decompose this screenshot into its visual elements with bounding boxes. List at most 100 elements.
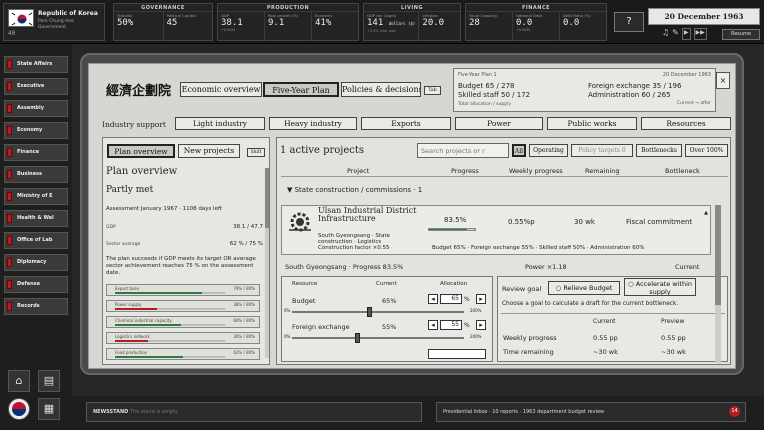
date-display[interactable]: 20 December 1963 bbox=[648, 8, 760, 25]
inflation-value: 20.0 bbox=[422, 18, 445, 28]
budget-slider-handle[interactable] bbox=[367, 307, 373, 317]
sector-bar-label: Food production bbox=[115, 350, 148, 355]
sidebar-item-state-affairs[interactable]: State Affairs bbox=[4, 56, 68, 73]
governance-panel[interactable]: GOVERNANCE Stability 50% Political Capita… bbox=[113, 3, 213, 41]
resume-button[interactable]: Resume bbox=[722, 29, 760, 40]
fx-decrease-button[interactable]: ◂ bbox=[428, 320, 438, 330]
support-resources[interactable]: Resources bbox=[641, 117, 731, 130]
review-goal-label: Review goal bbox=[502, 285, 542, 293]
fx-increase-button[interactable]: ▸ bbox=[476, 320, 486, 330]
table-row[interactable]: Ulsan Industrial District Infrastructure… bbox=[281, 205, 711, 255]
res-col-allocation: Allocation bbox=[440, 281, 468, 287]
sector-bar-value: 60% / 80% bbox=[233, 318, 255, 323]
sidebar-item-assembly[interactable]: Assembly bbox=[4, 100, 68, 117]
cmp-col-current: Current bbox=[593, 318, 616, 325]
gdp-per-capita-sub: +3.9% year avg. bbox=[367, 29, 397, 33]
sidebar-item-executive[interactable]: Executive bbox=[4, 78, 68, 95]
project-region: South Gyeongsang · State construction · … bbox=[318, 233, 390, 245]
budget-increase-button[interactable]: ▸ bbox=[476, 294, 486, 304]
tab-five-year-plan[interactable]: Five-Year Plan bbox=[263, 82, 339, 97]
help-button[interactable]: ? bbox=[614, 12, 644, 32]
cmp-time-preview: ~30 wk bbox=[661, 348, 686, 356]
sidebar-item-economy[interactable]: Economy bbox=[4, 122, 68, 139]
filter-all[interactable]: All bbox=[512, 144, 526, 157]
production-panel[interactable]: PRODUCTION GDP 38.1 +$1B/M Real growth (%)… bbox=[217, 3, 359, 41]
search-input[interactable] bbox=[417, 143, 509, 158]
seal-icon[interactable] bbox=[8, 398, 30, 420]
country-panel[interactable]: 40 Republic of Korea Park Chung-hee Gove… bbox=[3, 3, 105, 41]
notification-badge[interactable]: 14 bbox=[729, 406, 740, 417]
group-header[interactable]: ▼ State construction / commissions · 1 bbox=[287, 186, 422, 194]
sector-bar-label: Chemical industrial capacity bbox=[115, 318, 172, 323]
fx-allocation-input[interactable]: 55 bbox=[440, 320, 462, 330]
support-public-works[interactable]: Public works bbox=[547, 117, 637, 130]
scroll-up-icon[interactable]: ▲ bbox=[704, 210, 708, 216]
music-icon[interactable]: ♫ bbox=[662, 28, 669, 40]
resource-fx-label: Foreign exchange bbox=[292, 323, 350, 331]
close-icon[interactable]: × bbox=[716, 72, 730, 89]
support-heavy-industry[interactable]: Heavy industry bbox=[269, 117, 357, 130]
sector-bar-row: Power supply 38% / 80% bbox=[106, 300, 260, 312]
review-goal-panel: Review goal ○ Relieve Budget ○ Accelerat… bbox=[497, 276, 728, 362]
map-icon[interactable]: ▦ bbox=[38, 398, 60, 420]
tab-new-projects[interactable]: New projects bbox=[178, 144, 240, 158]
col-progress: Progress bbox=[451, 167, 479, 175]
filter-over-100[interactable]: Over 100% bbox=[685, 144, 728, 157]
project-progress: 83.5% bbox=[444, 216, 467, 224]
sidebar-item-health[interactable]: Health & Wel bbox=[4, 210, 68, 227]
sidebar-item-labor[interactable]: Office of Lab bbox=[4, 232, 68, 249]
speed-2-button[interactable]: ▶▶ bbox=[693, 28, 707, 40]
percent-sign: % bbox=[464, 322, 470, 329]
scrollbar[interactable] bbox=[265, 168, 269, 358]
sidebar-item-ministry[interactable]: Ministry of E bbox=[4, 188, 68, 205]
sidebar-item-diplomacy[interactable]: Diplomacy bbox=[4, 254, 68, 271]
sector-average-label: Sector average bbox=[106, 242, 141, 247]
budget-decrease-button[interactable]: ◂ bbox=[428, 294, 438, 304]
radio-icon: ○ bbox=[627, 280, 636, 288]
national-debt-value: 0.0 bbox=[516, 18, 533, 28]
relieve-budget-label: Relieve Budget bbox=[563, 284, 613, 292]
scrollbar[interactable] bbox=[715, 205, 721, 363]
speed-1-button[interactable]: ▶ bbox=[681, 28, 691, 40]
relieve-budget-button[interactable]: ○ Relieve Budget bbox=[548, 281, 620, 295]
edit-icon[interactable]: ✎ bbox=[672, 28, 679, 40]
newsstand-bar[interactable]: NEWSSTAND The stand is empty bbox=[86, 402, 422, 422]
filter-bottlenecks[interactable]: Bottlenecks bbox=[636, 144, 682, 157]
sidebar-item-label: Assembly bbox=[17, 105, 44, 111]
sector-bar-row: Chemical industrial capacity 60% / 80% bbox=[106, 316, 260, 328]
budget-allocation-input[interactable]: 65 bbox=[440, 294, 462, 304]
sector-bar-value: 38% / 80% bbox=[233, 302, 255, 307]
support-power[interactable]: Power bbox=[455, 117, 543, 130]
sector-bar-track bbox=[115, 340, 225, 342]
allocation-table: Resource Current Allocation Budget 65% ◂… bbox=[281, 276, 493, 362]
sidebar-item-records[interactable]: Records bbox=[4, 298, 68, 315]
card-icon[interactable]: ▤ bbox=[38, 370, 60, 392]
sidebar-item-finance[interactable]: Finance bbox=[4, 144, 68, 161]
resource-budget-current: 65% bbox=[382, 297, 397, 305]
tab-economic-overview[interactable]: Economic overview bbox=[180, 82, 262, 97]
sidebar-item-label: Economy bbox=[17, 127, 43, 133]
fx-slider-track[interactable] bbox=[292, 333, 464, 343]
briefing-bar[interactable]: Presidential Inbox · 10 reports · 1963 d… bbox=[436, 402, 746, 422]
filter-operating[interactable]: Operating bbox=[529, 144, 568, 157]
sidebar-item-defense[interactable]: Defense bbox=[4, 276, 68, 293]
sidebar-item-business[interactable]: Business bbox=[4, 166, 68, 183]
tab-plan-overview[interactable]: Plan overview bbox=[107, 144, 175, 158]
next-allocation-row[interactable] bbox=[428, 349, 486, 359]
tab-policies-decisions[interactable]: Policies & decisions bbox=[341, 82, 421, 97]
fx-slider-handle[interactable] bbox=[355, 333, 361, 343]
sector-bar-fill bbox=[115, 308, 157, 310]
cmp-time-label: Time remaining bbox=[503, 348, 554, 356]
filter-policy-targets[interactable]: Policy targets 0 bbox=[571, 144, 633, 157]
factory-icon[interactable]: ⌂ bbox=[8, 370, 30, 392]
sector-bar-value: 79% / 80% bbox=[233, 286, 255, 291]
support-exports[interactable]: Exports bbox=[361, 117, 451, 130]
tab-hint-key: Tab bbox=[424, 86, 441, 95]
finance-panel[interactable]: FINANCE Fiscal Capacity 28 National Debt 0… bbox=[465, 3, 607, 41]
real-growth-value: 9.1 bbox=[268, 18, 285, 28]
living-panel[interactable]: LIVING GDP per Capita 141 dollars ($) +3.9… bbox=[363, 3, 461, 41]
support-light-industry[interactable]: Light industry bbox=[175, 117, 265, 130]
detail-location: South Gyeongsang · Progress 83.5% bbox=[285, 263, 404, 271]
accelerate-button[interactable]: ○ Accelerate within supply bbox=[624, 278, 696, 296]
budget-slider-track[interactable] bbox=[292, 307, 464, 317]
